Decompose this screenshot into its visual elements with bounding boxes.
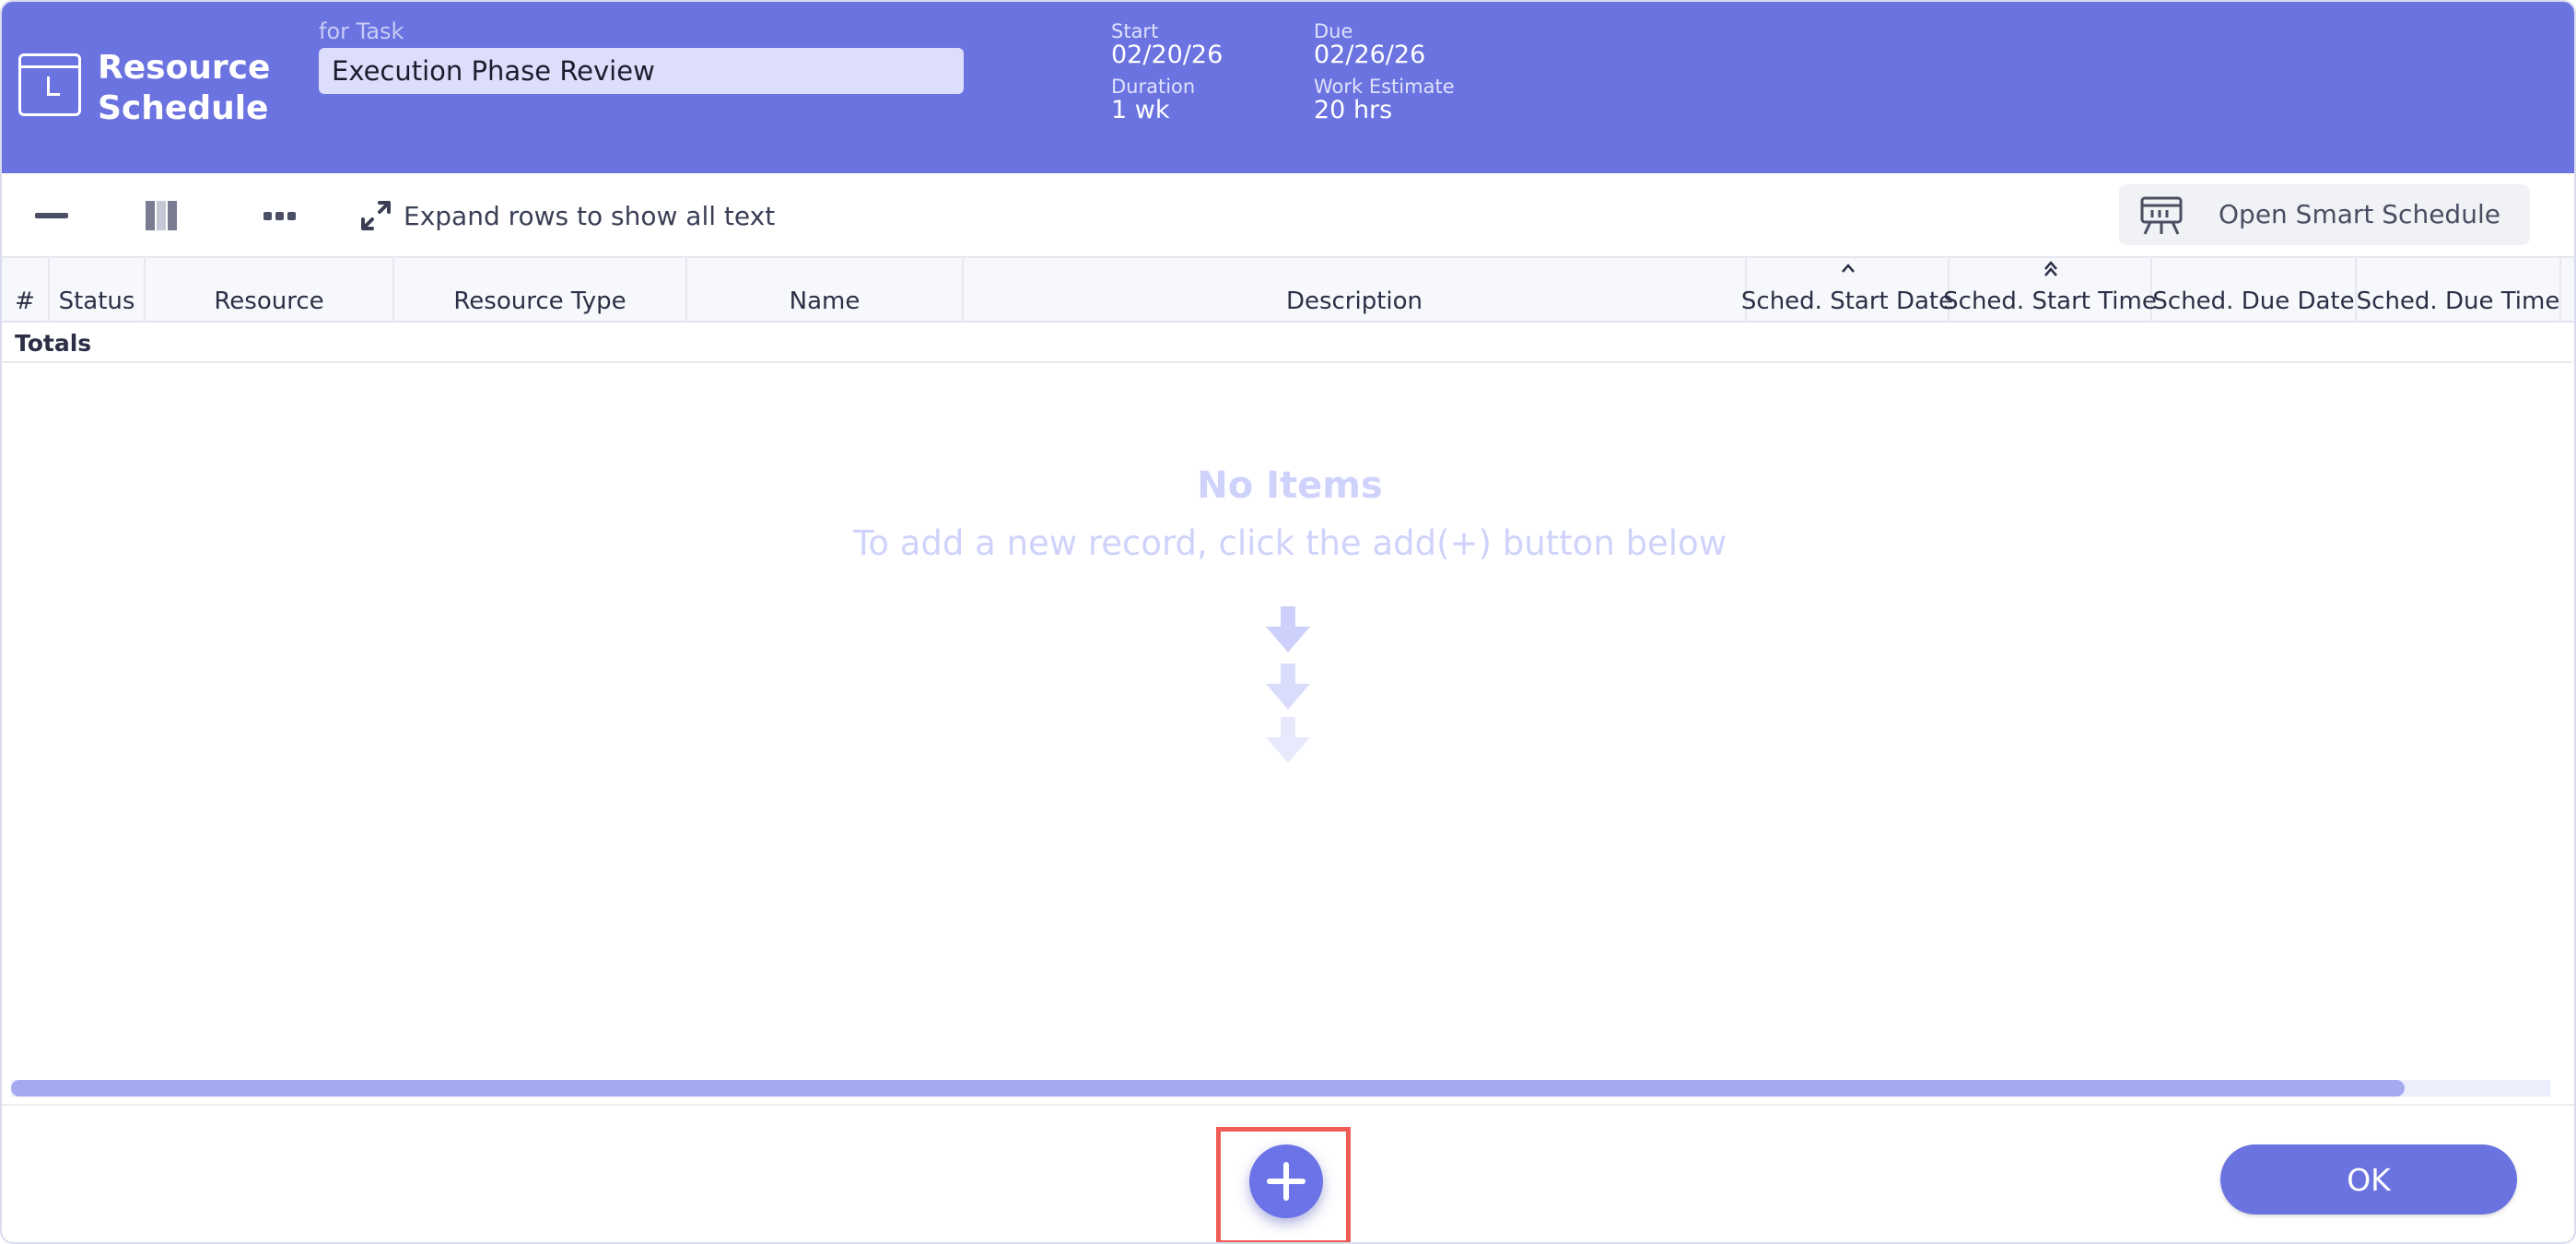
work-estimate-value: 20 hrs [1314,96,1393,124]
totals-row: Totals [2,324,2572,363]
horizontal-scrollbar[interactable] [11,1080,2550,1097]
dialog-header: Resource Schedule for Task Execution Pha… [2,2,2574,173]
column-header-sched-due-date[interactable]: Sched. Due Date [2152,258,2357,323]
footer-divider [2,1104,2574,1106]
open-smart-schedule-button[interactable]: Open Smart Schedule [2119,184,2530,245]
empty-state-title: No Items [1197,464,1383,507]
minus-icon[interactable] [35,201,68,230]
columns-icon[interactable] [146,201,177,230]
plus-icon [1267,1162,1306,1201]
down-arrow-icon [1266,606,1310,652]
due-label: Due [1314,20,1353,42]
table-header: # Status Resource Resource Type Name Des… [2,258,2574,323]
empty-state-subtitle: To add a new record, click the add(+) bu… [853,523,1727,563]
expand-rows-button[interactable]: Expand rows to show all text [359,195,775,236]
column-header-resource[interactable]: Resource [146,258,394,323]
duration-value: 1 wk [1111,96,1170,124]
task-name-field[interactable]: Execution Phase Review [319,48,964,94]
start-label: Start [1111,20,1159,42]
column-header-number[interactable]: # [2,258,50,323]
more-dots-icon[interactable] [262,201,299,230]
resource-schedule-dialog: Resource Schedule for Task Execution Pha… [0,0,2576,1244]
gantt-board-icon [2140,196,2183,235]
down-arrow-icon [1266,663,1310,710]
column-header-name[interactable]: Name [687,258,964,323]
add-record-button[interactable] [1249,1144,1323,1218]
dialog-title: Resource Schedule [98,49,271,127]
due-value: 02/26/26 [1314,41,1426,69]
horizontal-scrollbar-thumb[interactable] [11,1080,2405,1097]
start-value: 02/20/26 [1111,41,1224,69]
open-smart-schedule-label: Open Smart Schedule [2219,199,2500,229]
expand-rows-label: Expand rows to show all text [404,200,776,231]
work-estimate-label: Work Estimate [1314,76,1455,98]
sort-double-asc-icon [2044,261,2057,276]
for-task-label: for Task [319,18,404,44]
down-arrow-icon [1266,717,1310,763]
calendar-clock-icon [18,53,81,116]
ok-button[interactable]: OK [2220,1144,2517,1215]
column-header-description[interactable]: Description [964,258,1747,323]
column-header-sched-due-time[interactable]: Sched. Due Time [2357,258,2561,323]
toolbar: Expand rows to show all text Open Smart … [2,173,2574,258]
expand-arrows-icon [361,201,391,230]
duration-label: Duration [1111,76,1196,98]
sort-asc-icon [1842,264,1855,273]
totals-label: Totals [15,330,92,357]
column-header-resource-type[interactable]: Resource Type [394,258,687,323]
column-header-status[interactable]: Status [50,258,146,323]
